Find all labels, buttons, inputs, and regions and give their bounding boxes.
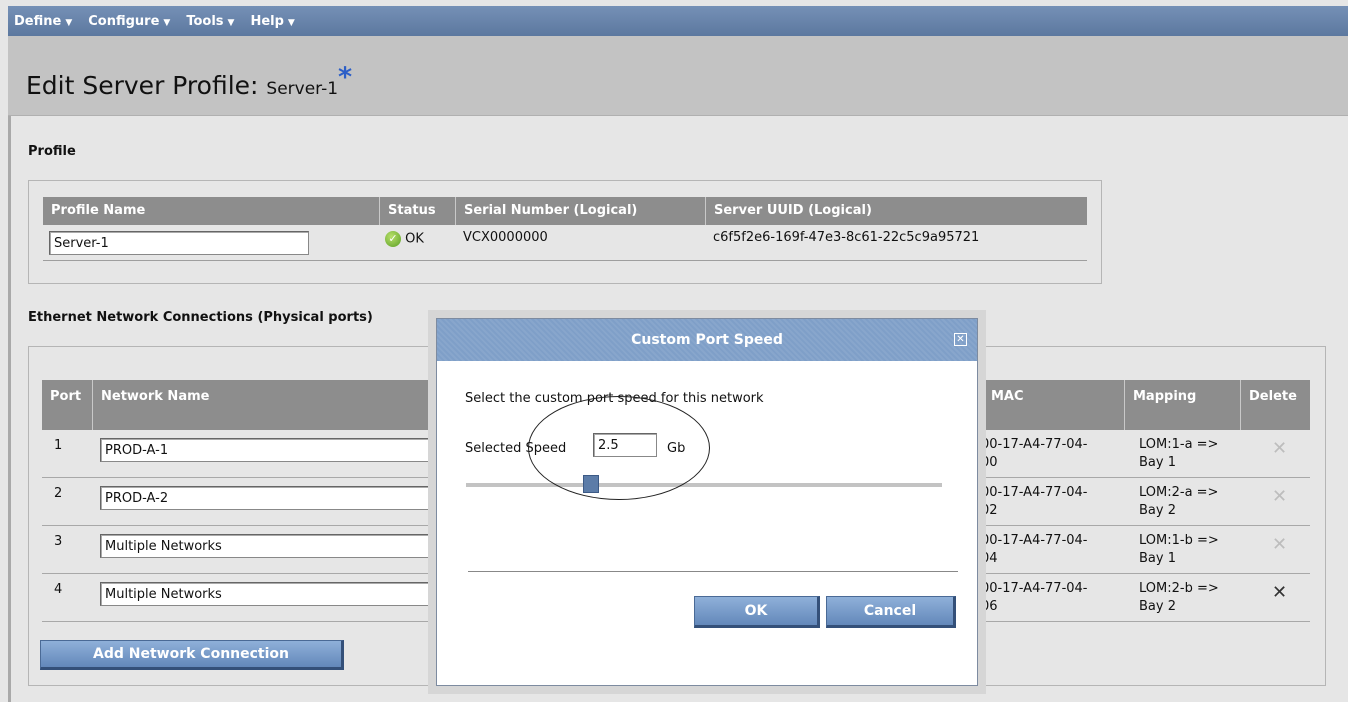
menu-tools[interactable]: Tools ▼ <box>186 14 234 29</box>
col-port: Port <box>50 389 82 404</box>
profile-row: ✓ OK VCX0000000 c6f5f2e6-169f-47e3-8c61-… <box>43 225 1087 261</box>
chevron-down-icon: ▼ <box>163 17 171 28</box>
mac-address: 00-17-A4-77-04- 06 <box>981 580 1088 616</box>
check-circle-icon: ✓ <box>385 231 401 247</box>
dialog-title: Custom Port Speed <box>437 319 977 361</box>
mapping: LOM:2-a => Bay 2 <box>1139 484 1218 520</box>
ethernet-section-label: Ethernet Network Connections (Physical p… <box>28 310 373 325</box>
mapping-line-2: Bay 2 <box>1139 599 1176 614</box>
profile-table: Profile Name Status Serial Number (Logic… <box>43 197 1087 261</box>
page-title-text: Edit Server Profile: <box>26 71 259 100</box>
delete-x-icon[interactable]: ✕ <box>1272 438 1287 459</box>
mac-line-1: 00-17-A4-77-04- <box>981 485 1088 500</box>
delete-x-icon[interactable]: ✕ <box>1272 582 1287 603</box>
mac-line-2: 04 <box>981 551 998 566</box>
mapping: LOM:1-a => Bay 1 <box>1139 436 1218 472</box>
mapping-line-2: Bay 2 <box>1139 503 1176 518</box>
col-delete: Delete <box>1240 380 1310 430</box>
close-icon[interactable]: ✕ <box>954 333 967 346</box>
page-title-profile: Server-1 <box>266 79 339 99</box>
mac-line-1: 00-17-A4-77-04- <box>981 437 1088 452</box>
profile-table-box: Profile Name Status Serial Number (Logic… <box>28 180 1102 284</box>
network-name-input[interactable] <box>100 582 460 606</box>
mac-line-1: 00-17-A4-77-04- <box>981 581 1088 596</box>
col-status: Status <box>379 197 455 225</box>
menu-help[interactable]: Help ▼ <box>250 14 294 29</box>
port-number: 3 <box>54 534 63 549</box>
menu-bar: Define ▼ Configure ▼ Tools ▼ Help ▼ <box>8 6 1348 36</box>
custom-port-speed-dialog: Custom Port Speed ✕ Select the custom po… <box>436 318 978 686</box>
profile-name-input[interactable] <box>49 231 309 255</box>
chevron-down-icon: ▼ <box>227 17 235 28</box>
port-number: 2 <box>54 486 63 501</box>
left-border <box>8 116 11 702</box>
page-title: Edit Server Profile: Server-1* <box>26 62 352 101</box>
mac-address: 00-17-A4-77-04- 00 <box>981 436 1088 472</box>
mapping: LOM:1-b => Bay 1 <box>1139 532 1219 568</box>
network-name-input[interactable] <box>100 486 460 510</box>
mac-address: 00-17-A4-77-04- 04 <box>981 532 1088 568</box>
add-network-connection-button[interactable]: Add Network Connection <box>40 640 344 670</box>
mapping-line-1: LOM:2-b => <box>1139 581 1219 596</box>
mapping: LOM:2-b => Bay 2 <box>1139 580 1219 616</box>
col-mapping: Mapping <box>1124 380 1240 430</box>
mapping-line-1: LOM:1-a => <box>1139 437 1219 452</box>
col-serial: Serial Number (Logical) <box>455 197 705 225</box>
network-name-input[interactable] <box>100 438 460 462</box>
dialog-separator <box>468 571 958 572</box>
serial-number: VCX0000000 <box>463 230 548 245</box>
mac-line-2: 02 <box>981 503 998 518</box>
network-name-input[interactable] <box>100 534 460 558</box>
mapping-line-1: LOM:1-b => <box>1139 533 1219 548</box>
unsaved-indicator: * <box>338 62 353 93</box>
server-uuid: c6f5f2e6-169f-47e3-8c61-22c5c9a95721 <box>713 230 980 245</box>
mapping-line-1: LOM:2-a => <box>1139 485 1219 500</box>
status-cell: ✓ OK <box>385 231 424 247</box>
chevron-down-icon: ▼ <box>65 17 73 28</box>
menu-configure[interactable]: Configure ▼ <box>88 14 170 29</box>
mac-line-1: 00-17-A4-77-04- <box>981 533 1088 548</box>
mapping-line-2: Bay 1 <box>1139 551 1176 566</box>
profile-section-label: Profile <box>28 144 76 159</box>
status-text: OK <box>405 231 424 247</box>
col-uuid: Server UUID (Logical) <box>705 197 1087 225</box>
dialog-body: Select the custom port speed for this ne… <box>447 365 969 679</box>
speed-slider-track[interactable] <box>466 483 942 487</box>
col-mac: MAC <box>982 380 1124 430</box>
ok-button[interactable]: OK <box>694 596 820 628</box>
mac-address: 00-17-A4-77-04- 02 <box>981 484 1088 520</box>
cancel-button[interactable]: Cancel <box>826 596 956 628</box>
delete-x-icon[interactable]: ✕ <box>1272 534 1287 555</box>
menu-define[interactable]: Define ▼ <box>14 14 72 29</box>
port-number: 1 <box>54 438 63 453</box>
chevron-down-icon: ▼ <box>287 17 295 28</box>
mapping-line-2: Bay 1 <box>1139 455 1176 470</box>
col-profile-name: Profile Name <box>51 203 146 218</box>
port-number: 4 <box>54 582 63 597</box>
profile-table-header: Profile Name Status Serial Number (Logic… <box>43 197 1087 225</box>
mac-line-2: 00 <box>981 455 998 470</box>
mac-line-2: 06 <box>981 599 998 614</box>
highlight-ellipse <box>528 396 710 500</box>
delete-x-icon[interactable]: ✕ <box>1272 486 1287 507</box>
